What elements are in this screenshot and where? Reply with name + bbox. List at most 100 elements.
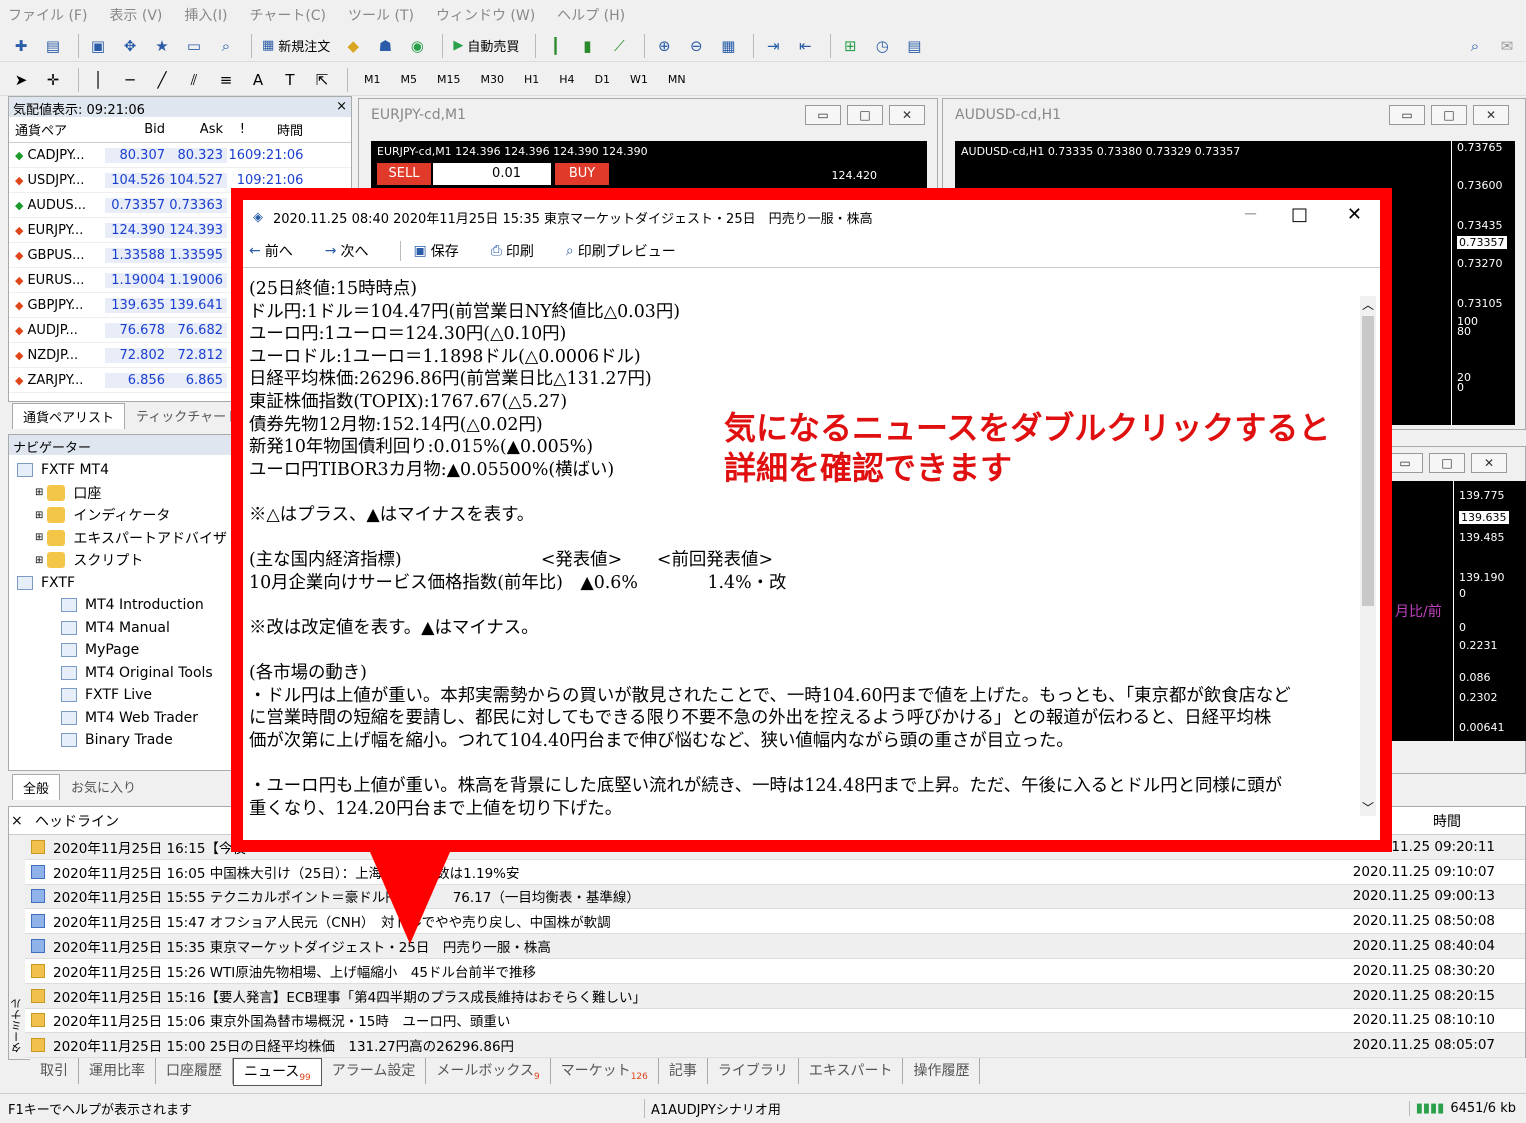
auto-scroll-icon[interactable]: ⇤: [792, 33, 818, 59]
news-row[interactable]: 2020年11月25日 15:55 テクニカルポイント＝豪ドル円サポ 76.17…: [9, 884, 1525, 910]
cursor-icon[interactable]: ➤: [8, 67, 34, 93]
lot-input[interactable]: 0.01: [433, 163, 551, 185]
navigator-icon[interactable]: ★: [149, 33, 175, 59]
label-icon[interactable]: T: [277, 67, 303, 93]
col-ask[interactable]: Ask: [169, 122, 227, 137]
tester-icon[interactable]: ⌕: [213, 33, 239, 59]
col-spread[interactable]: !: [227, 122, 245, 137]
channel-icon[interactable]: ⫽: [181, 67, 207, 93]
expand-icon[interactable]: ⊞: [35, 510, 43, 521]
maximize-button[interactable]: □: [1431, 105, 1467, 125]
expand-icon[interactable]: ⊞: [35, 487, 43, 498]
tab-7[interactable]: 記事: [659, 1058, 708, 1084]
col-time[interactable]: 時間: [245, 120, 307, 139]
menu-item[interactable]: 挿入(I): [184, 5, 227, 25]
sell-button[interactable]: SELL: [377, 163, 431, 185]
maximize-button[interactable]: □: [1291, 204, 1308, 225]
trendline-icon[interactable]: ╱: [149, 67, 175, 93]
line-chart-icon[interactable]: ⟋: [606, 33, 632, 59]
minimize-button[interactable]: ▭: [805, 105, 841, 125]
timeframe-w1[interactable]: W1: [630, 73, 648, 86]
menu-item[interactable]: ウィンドウ (W): [436, 5, 535, 25]
menu-item[interactable]: ツール (T): [348, 5, 414, 25]
signals-icon[interactable]: ☗: [372, 33, 398, 59]
arrows-icon[interactable]: ⇱: [309, 67, 335, 93]
community-icon[interactable]: ◉: [404, 33, 430, 59]
close-button[interactable]: ✕: [1471, 453, 1507, 473]
vertical-line-icon[interactable]: │: [85, 67, 111, 93]
chat-icon[interactable]: ✉: [1494, 33, 1520, 59]
timeframe-mn[interactable]: MN: [668, 73, 686, 86]
news-scrollbar[interactable]: ︿ ﹀: [1360, 296, 1376, 816]
tab-favorites[interactable]: お気に入り: [60, 773, 147, 800]
zoom-in-icon[interactable]: ⊕: [651, 33, 677, 59]
periods-icon[interactable]: ◷: [869, 33, 895, 59]
metaeditor-icon[interactable]: ◆: [340, 33, 366, 59]
fibonacci-icon[interactable]: ≡: [213, 67, 239, 93]
menu-item[interactable]: ヘルプ (H): [557, 5, 625, 25]
print-button[interactable]: ⎙ 印刷: [491, 241, 550, 261]
crosshair-icon[interactable]: ✛: [40, 67, 66, 93]
expand-icon[interactable]: ⊞: [35, 532, 43, 543]
news-row[interactable]: 2020年11月25日 15:35 東京マーケットダイジェスト・25日 円売り一…: [9, 934, 1525, 959]
templates-icon[interactable]: ▤: [901, 33, 927, 59]
timeframe-d1[interactable]: D1: [595, 73, 610, 86]
zoom-out-icon[interactable]: ⊖: [683, 33, 709, 59]
indicators-icon[interactable]: ⊞: [837, 33, 863, 59]
close-icon[interactable]: ×: [336, 99, 347, 115]
tab-6[interactable]: マーケット126: [551, 1058, 659, 1084]
minimize-button[interactable]: ▭: [1389, 105, 1425, 125]
symbol-row[interactable]: ◆ CADJPY... 80.307 80.323 16 09:21:06: [9, 143, 351, 168]
timeframe-h4[interactable]: H4: [559, 73, 574, 86]
menu-item[interactable]: ファイル (F): [8, 5, 87, 25]
tab-9[interactable]: エキスパート: [799, 1058, 904, 1084]
news-row[interactable]: 2020年11月25日 16:05 中国株大引け（25日）：上海 指数は1.19…: [9, 860, 1525, 885]
close-button[interactable]: ✕: [1347, 204, 1362, 225]
col-pair[interactable]: 通貨ペア: [9, 120, 105, 139]
gbpjpy-chart[interactable]: 月比/前 139.775 139.635 139.485 139.190 0 0 0.223…: [1381, 481, 1526, 741]
timeframe-m5[interactable]: M5: [401, 73, 418, 86]
scroll-up-icon[interactable]: ︿: [1360, 296, 1376, 313]
minimize-button[interactable]: ─: [1245, 204, 1256, 225]
tile-windows-icon[interactable]: ▦: [715, 33, 741, 59]
prev-button[interactable]: ← 前へ: [249, 241, 309, 261]
menu-item[interactable]: チャート(C): [249, 5, 326, 25]
menu-item[interactable]: 表示 (V): [109, 5, 162, 25]
timeframe-m30[interactable]: M30: [481, 73, 505, 86]
chart-shift-icon[interactable]: ⇥: [760, 33, 786, 59]
news-row[interactable]: 2020年11月25日 15:06 東京外国為替市場概況・15時 ユーロ円、頭重…: [9, 1009, 1525, 1034]
tab-8[interactable]: ライブラリ: [708, 1058, 799, 1084]
tab-general[interactable]: 全般: [12, 774, 61, 800]
new-chart-icon[interactable]: ✚: [8, 33, 34, 59]
col-bid[interactable]: Bid: [105, 122, 169, 137]
news-row[interactable]: 2020年11月25日 15:26 WTI原油先物相場、上げ幅縮小 45ドル台前…: [9, 959, 1525, 984]
tab-symbols[interactable]: 通貨ペアリスト: [12, 403, 126, 429]
text-icon[interactable]: A: [245, 67, 271, 93]
timeframe-h1[interactable]: H1: [524, 73, 539, 86]
market-watch-icon[interactable]: ▣: [85, 33, 111, 59]
expand-icon[interactable]: ⊞: [35, 555, 43, 566]
tab-1[interactable]: 運用比率: [79, 1058, 156, 1084]
maximize-button[interactable]: □: [1429, 453, 1465, 473]
status-profile[interactable]: A1AUDJPYシナリオ用: [644, 1099, 784, 1118]
auto-trade-button[interactable]: ▶ 自動売買: [449, 33, 523, 59]
buy-button[interactable]: BUY: [555, 163, 609, 185]
close-button[interactable]: ✕: [889, 105, 925, 125]
eurjpy-chart[interactable]: EURJPY-cd,M1 124.396 124.396 124.390 124…: [371, 141, 927, 191]
tab-10[interactable]: 操作履歴: [903, 1058, 981, 1084]
horizontal-line-icon[interactable]: ─: [117, 67, 143, 93]
save-button[interactable]: ▣ 保存: [413, 241, 474, 261]
candlestick-icon[interactable]: ▮: [574, 33, 600, 59]
bar-chart-icon[interactable]: ┃: [542, 33, 568, 59]
news-row[interactable]: 2020年11月25日 15:00 25日の日経平均株価 131.27円高の26…: [9, 1033, 1525, 1059]
close-icon[interactable]: ×: [11, 813, 25, 829]
search-icon[interactable]: ⌕: [1462, 33, 1488, 59]
tab-5[interactable]: メールボックス9: [426, 1058, 551, 1084]
scroll-down-icon[interactable]: ﹀: [1360, 799, 1376, 816]
tab-2[interactable]: 口座履歴: [156, 1058, 233, 1084]
news-row[interactable]: 2020年11月25日 15:16【要人発言】ECB理事「第4四半期のプラス成長…: [9, 983, 1525, 1009]
timeframe-m15[interactable]: M15: [437, 73, 461, 86]
next-button[interactable]: → 次へ: [325, 241, 385, 261]
minimize-button[interactable]: ▭: [1387, 453, 1423, 473]
close-button[interactable]: ✕: [1473, 105, 1509, 125]
